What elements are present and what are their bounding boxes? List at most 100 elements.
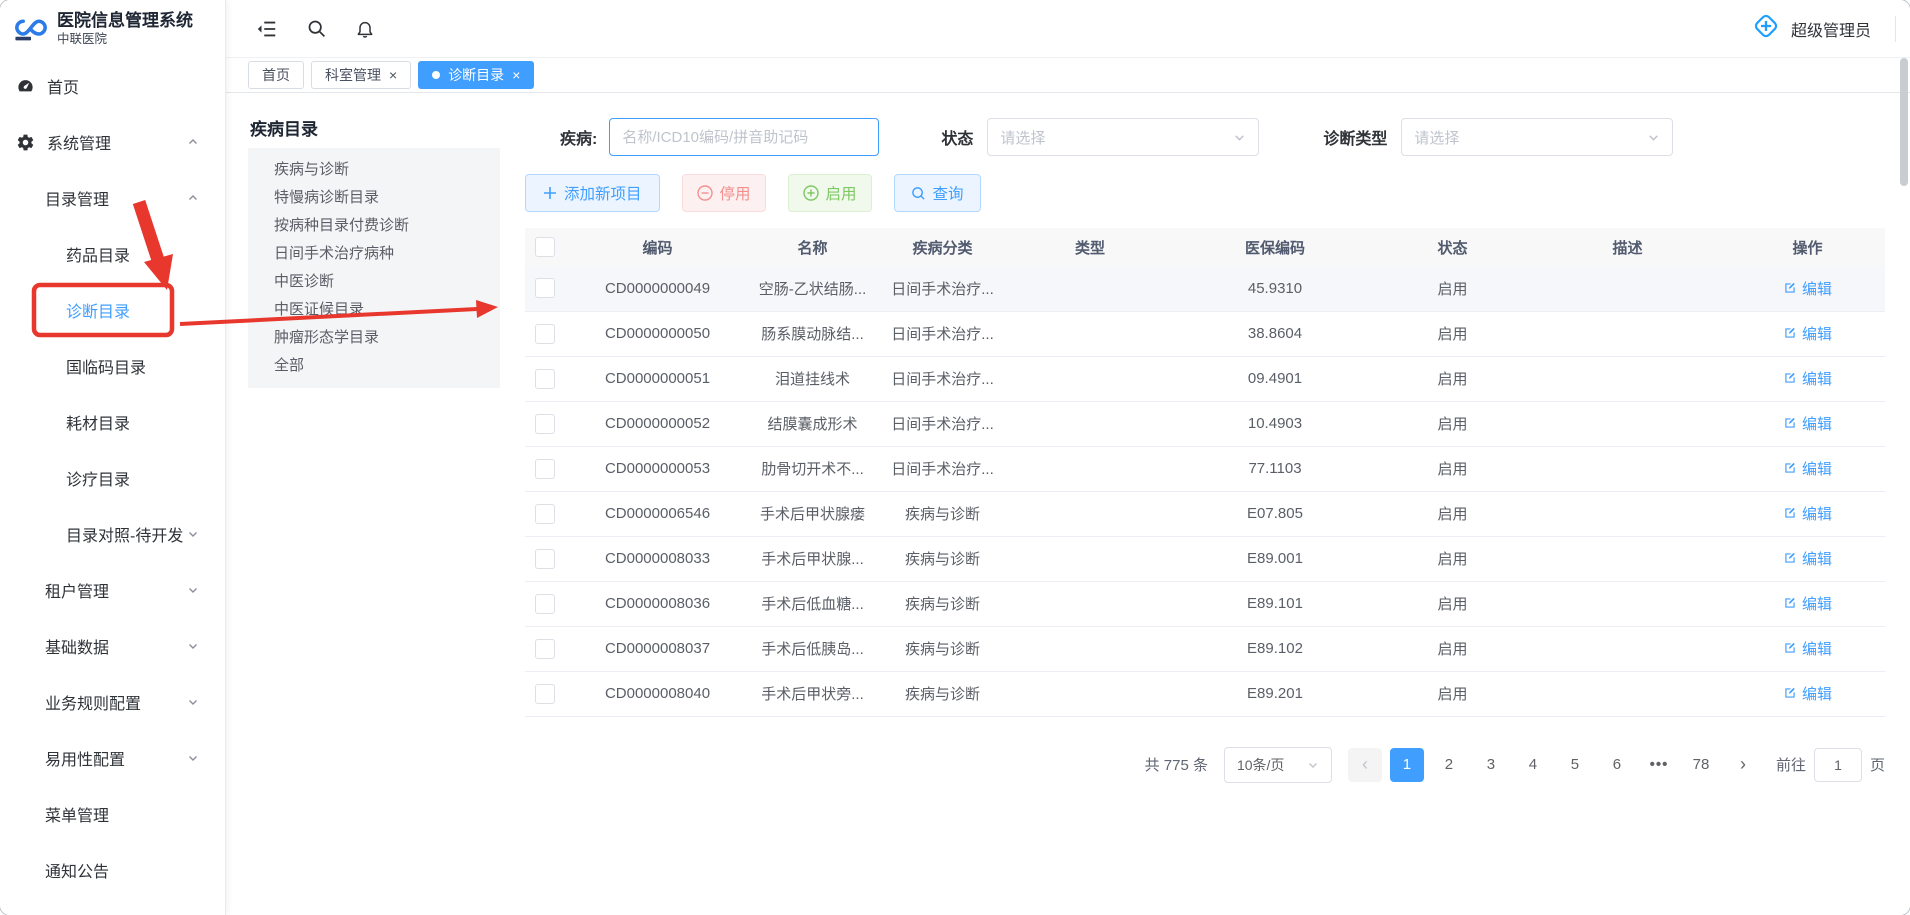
- sidebar-item-tenant-mgmt[interactable]: 租户管理: [0, 562, 225, 618]
- cell-status: 启用: [1380, 446, 1525, 491]
- edit-label: 编辑: [1802, 638, 1832, 659]
- next-page-button[interactable]: ›: [1726, 748, 1760, 782]
- user-name[interactable]: 超级管理员: [1791, 17, 1871, 41]
- collapse-menu-icon[interactable]: [256, 18, 278, 40]
- query-button[interactable]: 查询: [894, 174, 981, 212]
- cell-category: 疾病与诊断: [875, 536, 1010, 581]
- goto-page-input[interactable]: [1814, 748, 1862, 782]
- row-checkbox[interactable]: [535, 459, 555, 479]
- sidebar-item-label: 首页: [47, 74, 79, 98]
- add-new-item-button[interactable]: 添加新项目: [525, 174, 660, 212]
- page-button-4[interactable]: 4: [1516, 748, 1550, 782]
- row-checkbox[interactable]: [535, 639, 555, 659]
- sidebar-item-drug-catalog[interactable]: 药品目录: [0, 226, 225, 282]
- sidebar-item-usability-config[interactable]: 易用性配置: [0, 730, 225, 786]
- cell-name: 泪道挂线术: [750, 356, 875, 401]
- table-row: CD0000008036 手术后低血糖... 疾病与诊断 E89.101 启用 …: [525, 581, 1885, 626]
- cell-type: [1010, 581, 1170, 626]
- edit-button[interactable]: 编辑: [1783, 638, 1832, 659]
- page-button-3[interactable]: 3: [1474, 748, 1508, 782]
- page-button-78[interactable]: 78: [1684, 748, 1718, 782]
- edit-button[interactable]: 编辑: [1783, 548, 1832, 569]
- page-size-select[interactable]: 10条/页: [1224, 747, 1332, 783]
- logo-row: 医院信息管理系统 中联医院: [0, 0, 225, 58]
- catalog-item-all[interactable]: 全部: [248, 352, 500, 380]
- tab-bar: 首页 科室管理 × 诊断目录 ×: [226, 58, 1910, 93]
- page-button-1[interactable]: 1: [1390, 748, 1424, 782]
- prev-page-button[interactable]: ‹: [1348, 748, 1382, 782]
- row-checkbox[interactable]: [535, 594, 555, 614]
- diagnosis-type-select[interactable]: 请选择: [1401, 118, 1673, 156]
- sidebar-item-catalog-compare[interactable]: 目录对照-待开发: [0, 506, 225, 562]
- catalog-item-disease-diagnosis[interactable]: 疾病与诊断: [248, 156, 500, 184]
- bell-icon[interactable]: [355, 18, 375, 39]
- catalog-list: 疾病与诊断 特慢病诊断目录 按病种目录付费诊断 日间手术治疗病种 中医诊断 中医…: [248, 148, 500, 388]
- column-header-desc: 描述: [1525, 228, 1730, 266]
- cell-desc: [1525, 311, 1730, 356]
- catalog-item-day-surgery[interactable]: 日间手术治疗病种: [248, 240, 500, 268]
- edit-label: 编辑: [1802, 548, 1832, 569]
- row-checkbox[interactable]: [535, 549, 555, 569]
- sidebar-item-notice[interactable]: 通知公告: [0, 842, 225, 898]
- catalog-item-tcm-diagnosis[interactable]: 中医诊断: [248, 268, 500, 296]
- scrollbar-thumb[interactable]: [1900, 58, 1908, 186]
- cell-code: CD0000000053: [565, 446, 750, 491]
- row-checkbox[interactable]: [535, 324, 555, 344]
- close-icon[interactable]: ×: [389, 68, 397, 82]
- sidebar-nav: 首页 系统管理 目录管理 药品目录 诊断目录 国临码目录 耗材目录: [0, 58, 225, 915]
- edit-button[interactable]: 编辑: [1783, 278, 1832, 299]
- catalog-item-pay-by-disease[interactable]: 按病种目录付费诊断: [248, 212, 500, 240]
- sidebar-item-base-data[interactable]: 基础数据: [0, 618, 225, 674]
- sidebar-item-consumables-catalog[interactable]: 耗材目录: [0, 394, 225, 450]
- status-select[interactable]: 请选择: [987, 118, 1259, 156]
- edit-button[interactable]: 编辑: [1783, 323, 1832, 344]
- sidebar-item-catalog-mgmt[interactable]: 目录管理: [0, 170, 225, 226]
- page-button-6[interactable]: 6: [1600, 748, 1634, 782]
- search-icon[interactable]: [306, 18, 327, 39]
- page-button-5[interactable]: 5: [1558, 748, 1592, 782]
- row-checkbox[interactable]: [535, 504, 555, 524]
- select-all-checkbox[interactable]: [535, 237, 555, 257]
- edit-button[interactable]: 编辑: [1783, 458, 1832, 479]
- sidebar-item-treatment-catalog[interactable]: 诊疗目录: [0, 450, 225, 506]
- add-button-label: 添加新项目: [564, 182, 642, 204]
- row-checkbox[interactable]: [535, 684, 555, 704]
- row-checkbox[interactable]: [535, 369, 555, 389]
- type-select-value: 请选择: [1414, 127, 1459, 148]
- sidebar-item-menu-mgmt[interactable]: 菜单管理: [0, 786, 225, 842]
- edit-button[interactable]: 编辑: [1783, 368, 1832, 389]
- tab-department-mgmt[interactable]: 科室管理 ×: [311, 61, 411, 89]
- cell-type: [1010, 266, 1170, 311]
- total-count: 共 775 条: [1145, 754, 1208, 775]
- tab-home[interactable]: 首页: [248, 61, 304, 89]
- sidebar-item-national-code-catalog[interactable]: 国临码目录: [0, 338, 225, 394]
- row-checkbox[interactable]: [535, 414, 555, 434]
- close-icon[interactable]: ×: [512, 68, 520, 82]
- edit-button[interactable]: 编辑: [1783, 593, 1832, 614]
- column-header-code: 编码: [565, 228, 750, 266]
- cell-type: [1010, 356, 1170, 401]
- page-button-2[interactable]: 2: [1432, 748, 1466, 782]
- sidebar-item-home[interactable]: 首页: [0, 58, 225, 114]
- sidebar-item-diagnosis-catalog[interactable]: 诊断目录: [0, 282, 225, 338]
- cell-insurance-code: E07.805: [1170, 491, 1380, 536]
- row-checkbox[interactable]: [535, 278, 555, 298]
- catalog-item-tumor-morphology[interactable]: 肿瘤形态学目录: [248, 324, 500, 352]
- tab-diagnosis-catalog[interactable]: 诊断目录 ×: [418, 61, 534, 89]
- more-pages-ellipsis[interactable]: •••: [1642, 748, 1676, 782]
- cell-name: 手术后低胰岛...: [750, 626, 875, 671]
- enable-button[interactable]: 启用: [788, 174, 872, 212]
- edit-button[interactable]: 编辑: [1783, 503, 1832, 524]
- cell-name: 手术后低血糖...: [750, 581, 875, 626]
- sidebar-item-system-mgmt[interactable]: 系统管理: [0, 114, 225, 170]
- sidebar-item-business-rules[interactable]: 业务规则配置: [0, 674, 225, 730]
- column-header-actions: 操作: [1730, 228, 1885, 266]
- edit-button[interactable]: 编辑: [1783, 413, 1832, 434]
- catalog-item-special-chronic[interactable]: 特慢病诊断目录: [248, 184, 500, 212]
- chevron-down-icon: [187, 640, 199, 652]
- catalog-item-tcm-syndrome[interactable]: 中医证候目录: [248, 296, 500, 324]
- disease-search-input[interactable]: [609, 118, 879, 156]
- edit-button[interactable]: 编辑: [1783, 683, 1832, 704]
- disable-button[interactable]: 停用: [682, 174, 766, 212]
- gear-icon: [16, 133, 35, 152]
